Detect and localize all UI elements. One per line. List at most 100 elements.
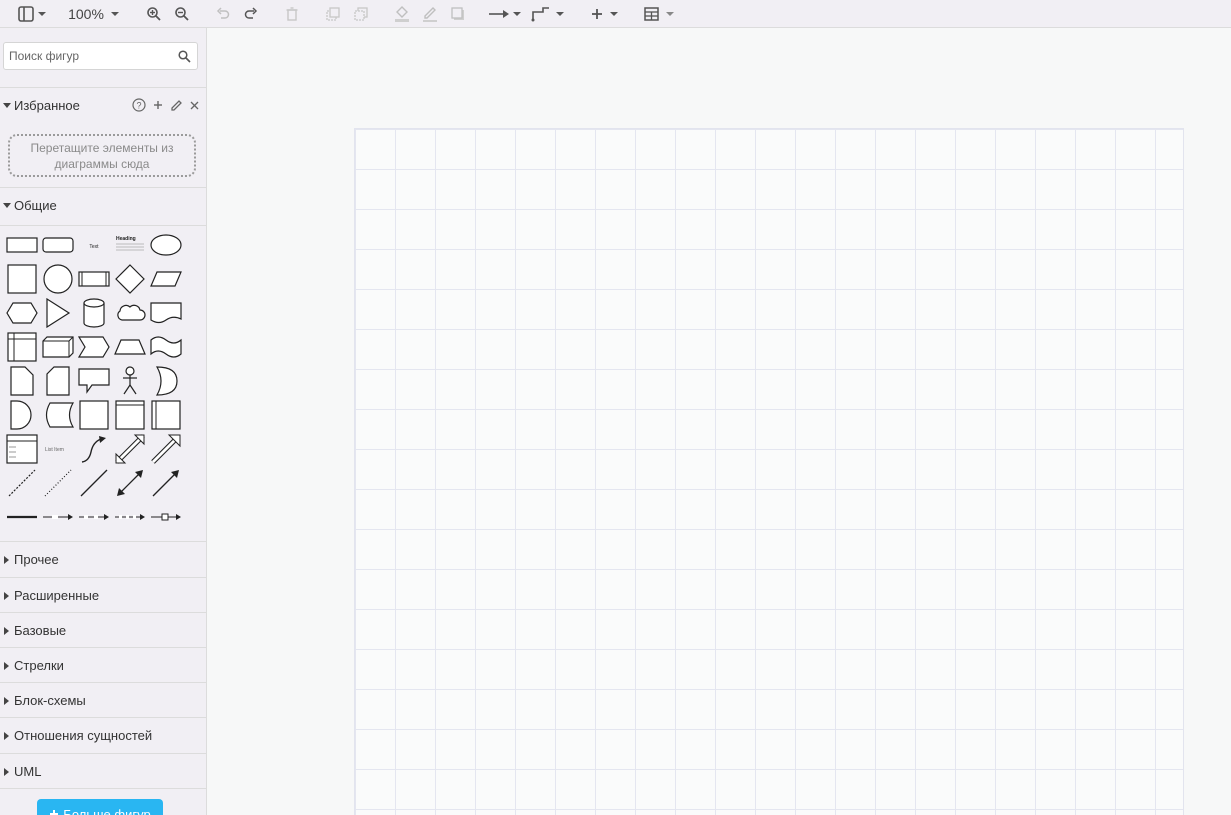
shape-vertical-container[interactable] <box>148 398 184 432</box>
shape-container[interactable] <box>76 398 112 432</box>
shape-actor[interactable] <box>112 364 148 398</box>
shape-trapezoid[interactable] <box>112 330 148 364</box>
shape-rounded-rectangle[interactable] <box>40 228 76 262</box>
shape-cylinder[interactable] <box>76 296 112 330</box>
zoom-in-icon <box>147 7 161 21</box>
waypoints-dropdown[interactable] <box>530 0 566 28</box>
shape-card[interactable] <box>40 364 76 398</box>
shape-directional-connector[interactable] <box>148 466 184 500</box>
zoom-dropdown[interactable]: 100% <box>64 0 124 28</box>
connection-style-dropdown[interactable] <box>487 0 523 28</box>
shape-ellipse[interactable] <box>148 228 184 262</box>
general-header[interactable]: Общие <box>0 188 206 223</box>
shape-note[interactable] <box>4 364 40 398</box>
caret-right-icon <box>0 696 14 705</box>
fill-color-button[interactable] <box>392 0 412 28</box>
shape-curve[interactable] <box>76 432 112 466</box>
shape-connector-with-symbol[interactable] <box>148 500 184 534</box>
section-flowchart[interactable]: Блок-схемы <box>0 682 206 717</box>
caret-right-icon <box>0 767 14 776</box>
diagram-canvas[interactable] <box>207 28 1231 815</box>
shape-heading-label: Heading <box>116 236 136 242</box>
shape-textbox[interactable]: Heading <box>112 228 148 262</box>
zoom-in-button[interactable] <box>144 0 164 28</box>
dropzone-text: Перетащите элементы из диаграммы сюда <box>30 140 174 171</box>
table-icon <box>644 7 674 21</box>
add-icon[interactable] <box>152 99 164 111</box>
delete-button[interactable] <box>282 0 302 28</box>
shape-tape[interactable] <box>148 330 184 364</box>
line-color-button[interactable] <box>420 0 440 28</box>
section-advanced[interactable]: Расширенные <box>0 577 206 612</box>
caret-right-icon <box>0 626 14 635</box>
shape-cube[interactable] <box>40 330 76 364</box>
shape-list-item-label: List Item <box>45 447 64 453</box>
arrow-right-icon <box>489 10 521 18</box>
shape-arrow[interactable] <box>148 432 184 466</box>
caret-down-icon <box>0 202 14 209</box>
shape-hexagon[interactable] <box>4 296 40 330</box>
shape-bidirectional-connector[interactable] <box>112 466 148 500</box>
caret-right-icon <box>0 731 14 740</box>
undo-button[interactable] <box>213 0 233 28</box>
section-label: Блок-схемы <box>14 693 86 708</box>
table-dropdown[interactable] <box>642 0 678 28</box>
shape-document[interactable] <box>148 296 184 330</box>
shape-diamond[interactable] <box>112 262 148 296</box>
insert-dropdown[interactable] <box>588 0 622 28</box>
search-icon[interactable] <box>178 50 191 63</box>
shape-list-item[interactable]: List Item <box>40 432 76 466</box>
to-front-button[interactable] <box>323 0 343 28</box>
section-uml[interactable]: UML <box>0 753 206 789</box>
shape-list[interactable] <box>4 432 40 466</box>
shape-callout[interactable] <box>76 364 112 398</box>
close-icon[interactable] <box>189 100 200 111</box>
shape-or[interactable] <box>148 364 184 398</box>
shape-link[interactable] <box>4 500 40 534</box>
shape-data-storage[interactable] <box>40 398 76 432</box>
favorites-tools: ? <box>132 98 200 112</box>
shadow-button[interactable] <box>448 0 468 28</box>
shape-process[interactable] <box>76 262 112 296</box>
caret-right-icon <box>0 661 14 670</box>
format-panel-toggle[interactable] <box>14 0 50 28</box>
shape-parallelogram[interactable] <box>148 262 184 296</box>
section-label: Базовые <box>14 623 67 638</box>
section-misc[interactable]: Прочее <box>0 541 206 577</box>
section-label: UML <box>14 764 42 779</box>
diagram-page-grid[interactable] <box>354 128 1184 815</box>
shape-step[interactable] <box>76 330 112 364</box>
shape-cloud[interactable] <box>112 296 148 330</box>
shape-delay[interactable] <box>4 398 40 432</box>
shape-circle[interactable] <box>40 262 76 296</box>
plus-icon <box>592 9 618 19</box>
zoom-out-button[interactable] <box>172 0 192 28</box>
shape-swimlane[interactable] <box>112 398 148 432</box>
general-section: Общие Text Heading List Item <box>0 187 206 542</box>
shape-connector-with-label[interactable] <box>40 500 76 534</box>
shape-bidirectional-arrow[interactable] <box>112 432 148 466</box>
redo-button[interactable] <box>241 0 261 28</box>
shape-connector-with-3-labels[interactable] <box>112 500 148 534</box>
favorites-dropzone[interactable]: Перетащите элементы из диаграммы сюда <box>8 134 196 177</box>
section-basic[interactable]: Базовые <box>0 612 206 647</box>
search-input[interactable] <box>9 43 174 69</box>
more-shapes-label: Больше фигур <box>63 806 151 815</box>
shape-dotted-line[interactable] <box>40 466 76 500</box>
shape-square[interactable] <box>4 262 40 296</box>
zoom-out-icon <box>175 7 189 21</box>
section-arrows[interactable]: Стрелки <box>0 647 206 682</box>
edit-icon[interactable] <box>170 99 183 112</box>
shape-internal-storage[interactable] <box>4 330 40 364</box>
shape-dashed-line[interactable] <box>4 466 40 500</box>
section-entity-relation[interactable]: Отношения сущностей <box>0 717 206 753</box>
shape-rectangle[interactable] <box>4 228 40 262</box>
shape-text[interactable]: Text <box>76 228 112 262</box>
shape-triangle[interactable] <box>40 296 76 330</box>
help-icon[interactable]: ? <box>132 98 146 112</box>
shape-connector-with-2-labels[interactable] <box>76 500 112 534</box>
to-back-button[interactable] <box>351 0 371 28</box>
redo-icon <box>244 7 258 19</box>
shape-line[interactable] <box>76 466 112 500</box>
more-shapes-button[interactable]: Больше фигур <box>37 799 163 815</box>
